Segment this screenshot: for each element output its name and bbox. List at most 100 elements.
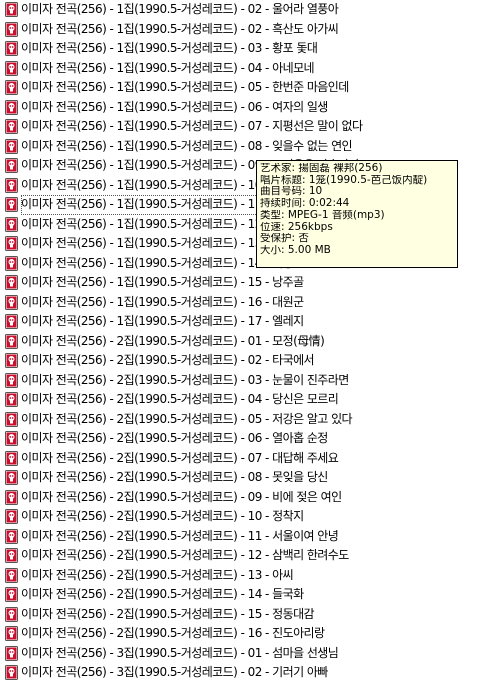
- audio-file-icon: [5, 606, 18, 622]
- audio-file-icon: [5, 275, 18, 290]
- file-row[interactable]: 이미자 전곡(256) - 2집(1990.5-거성레코드) - 04 - 당신…: [0, 390, 500, 410]
- file-name: 이미자 전곡(256) - 2집(1990.5-거성레코드) - 11 - 서울…: [21, 528, 339, 543]
- audio-file-icon: [5, 314, 18, 329]
- file-row[interactable]: 이미자 전곡(256) - 3집(1990.5-거성레코드) - 01 - 섬마…: [0, 644, 500, 664]
- file-row[interactable]: 이미자 전곡(256) - 1집(1990.5-거성레코드) - 05 - 한번…: [0, 78, 500, 98]
- audio-file-icon: [5, 60, 18, 76]
- audio-file-icon: [5, 333, 18, 349]
- file-name: 이미자 전곡(256) - 2집(1990.5-거성레코드) - 16 - 진도…: [21, 626, 325, 640]
- file-name: 이미자 전곡(256) - 2집(1990.5-거성레코드) - 04 - 당신…: [21, 392, 339, 406]
- file-row[interactable]: 이미자 전곡(256) - 1집(1990.5-거성레코드) - 15 - 낭주…: [0, 273, 500, 293]
- audio-file-icon: [5, 353, 18, 368]
- audio-file-icon: [5, 567, 18, 583]
- file-name: 이미자 전곡(256) - 1집(1990.5-거성레코드) - 02 - 울어…: [21, 2, 339, 16]
- file-row[interactable]: 이미자 전곡(256) - 1집(1990.5-거성레코드) - 02 - 울어…: [0, 0, 500, 20]
- audio-file-icon: [5, 528, 18, 544]
- file-name: 이미자 전곡(256) - 2집(1990.5-거성레코드) - 08 - 못잊…: [21, 470, 328, 484]
- audio-file-icon: [5, 216, 18, 232]
- file-row[interactable]: 이미자 전곡(256) - 1집(1990.5-거성레코드) - 07 - 지평…: [0, 117, 500, 137]
- audio-file-icon: [5, 294, 18, 310]
- file-name: 이미자 전곡(256) - 2집(1990.5-거성레코드) - 03 - 눈물…: [21, 372, 349, 387]
- file-row[interactable]: 이미자 전곡(256) - 1집(1990.5-거성레코드) - 04 - 아네…: [0, 59, 500, 79]
- file-row[interactable]: 이미자 전곡(256) - 2집(1990.5-거성레코드) - 01 - 모정…: [0, 332, 500, 352]
- file-name: 이미자 전곡(256) - 1집(1990.5-거성레코드) - 15 - 낭주…: [21, 275, 304, 289]
- file-row[interactable]: 이미자 전곡(256) - 2집(1990.5-거성레코드) - 15 - 정동…: [0, 605, 500, 625]
- file-name: 이미자 전곡(256) - 1집(1990.5-거성레코드) - 14 - 석양: [21, 255, 294, 270]
- file-row[interactable]: 이미자 전곡(256) - 1집(1990.5-거성레코드) - 02 - 흑산…: [0, 20, 500, 40]
- file-name: 이미자 전곡(256) - 2집(1990.5-거성레코드) - 06 - 열아…: [21, 431, 328, 445]
- file-row[interactable]: 이미자 전곡(256) - 2집(1990.5-거성레코드) - 11 - 서울…: [0, 527, 500, 547]
- audio-file-icon: [5, 509, 18, 524]
- file-row[interactable]: 이미자 전곡(256) - 2집(1990.5-거성레코드) - 06 - 열아…: [0, 429, 500, 449]
- file-row[interactable]: 이미자 전곡(256) - 2집(1990.5-거성레코드) - 05 - 저강…: [0, 410, 500, 430]
- tooltip-duration: 持续时间: 0:02:44: [260, 198, 350, 210]
- audio-file-icon: [5, 431, 18, 446]
- audio-file-icon: [5, 255, 18, 271]
- audio-file-icon: [5, 158, 18, 173]
- tooltip-track-number: 曲目号码: 10: [260, 186, 323, 198]
- file-row[interactable]: 이미자 전곡(256) - 1집(1990.5-거성레코드) - 08 - 잊을…: [0, 137, 500, 157]
- file-name: 이미자 전곡(256) - 1집(1990.5-거성레코드) - 02 - 흑산…: [21, 21, 339, 36]
- audio-file-icon: [5, 177, 18, 193]
- audio-file-icon: [5, 450, 18, 466]
- file-row[interactable]: 이미자 전곡(256) - 2집(1990.5-거성레코드) - 02 - 타국…: [0, 351, 500, 371]
- audio-file-icon: [5, 411, 18, 427]
- file-name: 이미자 전곡(256) - 1집(1990.5-거성레코드) - 06 - 여자…: [21, 99, 328, 114]
- file-name: 이미자 전곡(256) - 2집(1990.5-거성레코드) - 09 - 비에…: [21, 489, 342, 504]
- file-row[interactable]: 이미자 전곡(256) - 2집(1990.5-거성레코드) - 03 - 눈물…: [0, 371, 500, 391]
- file-row[interactable]: 이미자 전곡(256) - 2집(1990.5-거성레코드) - 12 - 삼백…: [0, 546, 500, 566]
- audio-file-icon: [5, 138, 18, 154]
- file-name: 이미자 전곡(256) - 1집(1990.5-거성레코드) - 03 - 황포…: [21, 41, 318, 55]
- file-name: 이미자 전곡(256) - 2집(1990.5-거성레코드) - 12 - 삼백…: [21, 548, 349, 562]
- audio-file-icon: [5, 236, 18, 251]
- audio-file-icon: [5, 548, 18, 563]
- audio-file-icon: [5, 2, 18, 17]
- file-name: 이미자 전곡(256) - 1집(1990.5-거성레코드) - 07 - 지평…: [21, 119, 363, 133]
- file-row[interactable]: 이미자 전곡(256) - 2집(1990.5-거성레코드) - 08 - 못잊…: [0, 468, 500, 488]
- file-row[interactable]: 이미자 전곡(256) - 2집(1990.5-거성레코드) - 16 - 진도…: [0, 624, 500, 644]
- tooltip-bitrate: 位速: 256kbps: [260, 221, 333, 233]
- audio-file-icon: [5, 626, 18, 641]
- audio-file-icon: [5, 665, 18, 680]
- file-row[interactable]: 이미자 전곡(256) - 2집(1990.5-거성레코드) - 07 - 대답…: [0, 449, 500, 469]
- audio-file-icon: [5, 197, 18, 212]
- file-name: 이미자 전곡(256) - 2집(1990.5-거성레코드) - 05 - 저강…: [21, 411, 353, 426]
- file-name: 이미자 전곡(256) - 1집(1990.5-거성레코드) - 08 - 잊을…: [21, 138, 353, 153]
- file-info-tooltip: 艺术家: 揚固磊 裸邦(256) 唱片标题: 1笼(1990.5-芭己饭内靛) …: [256, 160, 458, 268]
- tooltip-protected: 受保护: 否: [260, 233, 309, 245]
- audio-file-icon: [5, 392, 18, 407]
- file-row[interactable]: 이미자 전곡(256) - 1집(1990.5-거성레코드) - 16 - 대원…: [0, 293, 500, 313]
- audio-file-icon: [5, 21, 18, 37]
- file-row[interactable]: 이미자 전곡(256) - 2집(1990.5-거성레코드) - 10 - 정착…: [0, 507, 500, 527]
- file-name: 이미자 전곡(256) - 2집(1990.5-거성레코드) - 02 - 타국…: [21, 353, 315, 367]
- file-name: 이미자 전곡(256) - 3집(1990.5-거성레코드) - 02 - 기러…: [21, 665, 328, 679]
- file-name: 이미자 전곡(256) - 1집(1990.5-거성레코드) - 05 - 한번…: [21, 80, 349, 94]
- audio-file-icon: [5, 41, 18, 56]
- audio-file-icon: [5, 645, 18, 661]
- file-row[interactable]: 이미자 전곡(256) - 2집(1990.5-거성레코드) - 14 - 들국…: [0, 585, 500, 605]
- file-name: 이미자 전곡(256) - 2집(1990.5-거성레코드) - 07 - 대답…: [21, 450, 339, 465]
- file-row[interactable]: 이미자 전곡(256) - 1집(1990.5-거성레코드) - 03 - 황포…: [0, 39, 500, 59]
- audio-file-icon: [5, 119, 18, 134]
- file-row[interactable]: 이미자 전곡(256) - 3집(1990.5-거성레코드) - 02 - 기러…: [0, 663, 500, 683]
- audio-file-icon: [5, 80, 18, 95]
- file-name: 이미자 전곡(256) - 1집(1990.5-거성레코드) - 04 - 아네…: [21, 60, 315, 75]
- audio-file-icon: [5, 99, 18, 115]
- tooltip-album-title: 唱片标题: 1笼(1990.5-芭己饭内靛): [260, 174, 428, 186]
- audio-file-icon: [5, 372, 18, 388]
- file-name: 이미자 전곡(256) - 2집(1990.5-거성레코드) - 14 - 들국…: [21, 587, 304, 601]
- audio-file-icon: [5, 587, 18, 602]
- file-name: 이미자 전곡(256) - 1집(1990.5-거성레코드) - 16 - 대원…: [21, 294, 304, 309]
- tooltip-type: 类型: MPEG-1 音频(mp3): [260, 209, 385, 221]
- file-row[interactable]: 이미자 전곡(256) - 2집(1990.5-거성레코드) - 09 - 비에…: [0, 488, 500, 508]
- file-name: 이미자 전곡(256) - 2집(1990.5-거성레코드) - 10 - 정착…: [21, 509, 304, 523]
- file-row[interactable]: 이미자 전곡(256) - 1집(1990.5-거성레코드) - 17 - 엘레…: [0, 312, 500, 332]
- file-name: 이미자 전곡(256) - 2집(1990.5-거성레코드) - 01 - 모정…: [21, 333, 325, 348]
- file-row[interactable]: 이미자 전곡(256) - 1집(1990.5-거성레코드) - 06 - 여자…: [0, 98, 500, 118]
- file-name: 이미자 전곡(256) - 2집(1990.5-거성레코드) - 13 - 아씨: [21, 567, 294, 582]
- file-row[interactable]: 이미자 전곡(256) - 2집(1990.5-거성레코드) - 13 - 아씨: [0, 566, 500, 586]
- file-list: 이미자 전곡(256) - 1집(1990.5-거성레코드) - 02 - 울어…: [0, 0, 500, 683]
- tooltip-size: 大小: 5.00 MB: [260, 244, 331, 256]
- audio-file-icon: [5, 470, 18, 485]
- file-name: 이미자 전곡(256) - 1집(1990.5-거성레코드) - 17 - 엘레…: [21, 314, 304, 328]
